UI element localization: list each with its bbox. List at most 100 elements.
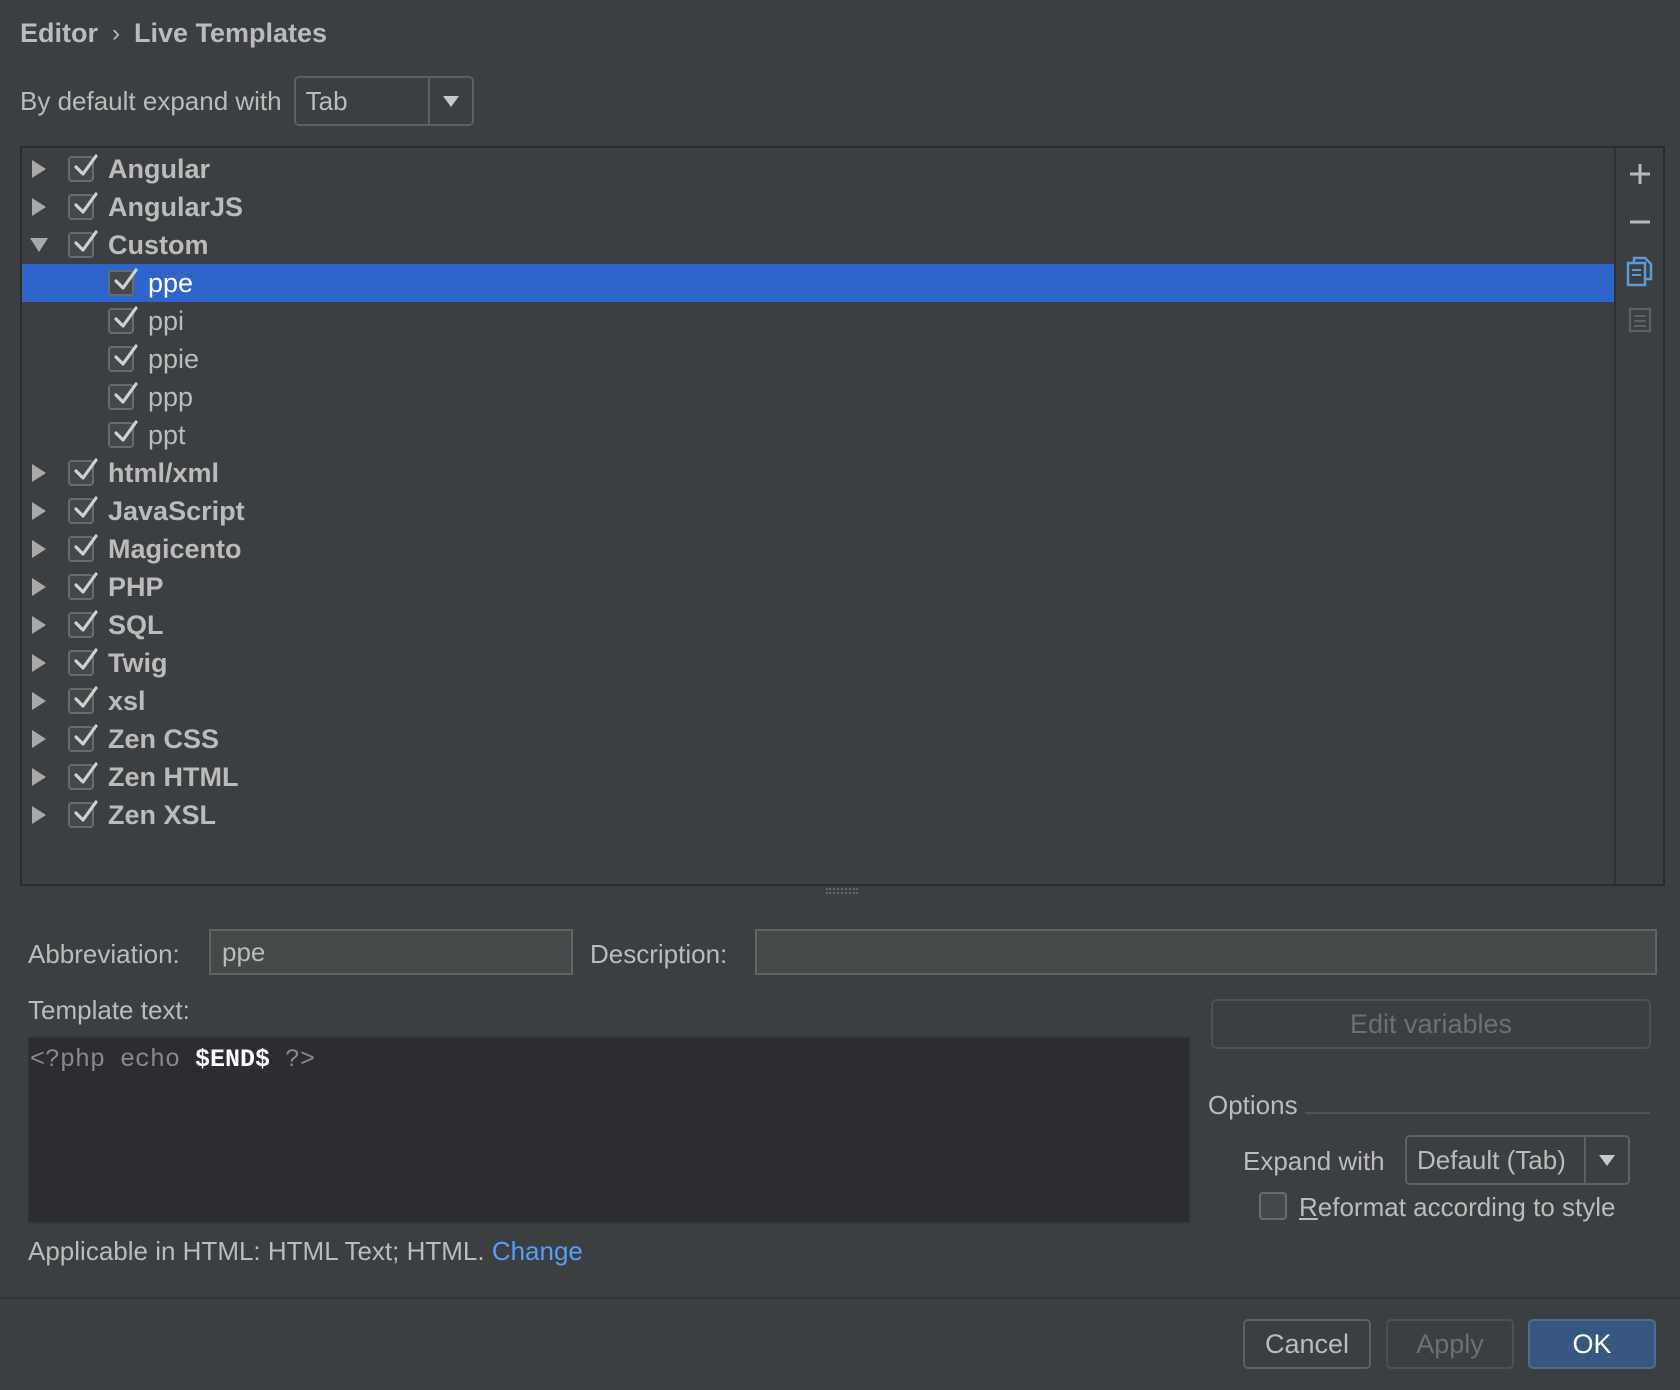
tree-template-row[interactable]: ppie [22, 340, 1614, 378]
checkbox[interactable] [68, 610, 98, 638]
checkbox[interactable] [68, 686, 98, 714]
expand-icon[interactable] [28, 652, 50, 674]
expand-with-value: Default (Tab) [1417, 1144, 1566, 1175]
tree-group-label: Zen HTML [108, 761, 239, 792]
options-title: Options [1208, 1090, 1298, 1120]
tree-group-label: Twig [108, 647, 168, 678]
checkbox[interactable] [68, 192, 98, 220]
expand-with-label: Expand with [1243, 1146, 1385, 1176]
expand-icon[interactable] [28, 728, 50, 750]
expand-icon[interactable] [28, 576, 50, 598]
options-divider [1305, 1112, 1650, 1114]
expand-with-select[interactable]: Default (Tab) [1405, 1135, 1630, 1185]
reformat-checkbox[interactable] [1259, 1192, 1287, 1220]
tree-group-row[interactable]: Magicento [22, 530, 1614, 568]
template-text-editor[interactable]: <?php echo $END$ ?> [28, 1037, 1190, 1223]
reformat-label[interactable]: Reformat according to style [1299, 1192, 1615, 1223]
chevron-down-icon[interactable] [427, 78, 472, 124]
tree-group-row[interactable]: AngularJS [22, 188, 1614, 226]
template-code-prefix: <?php echo [30, 1045, 196, 1074]
footer-divider [0, 1297, 1680, 1299]
expand-icon[interactable] [28, 462, 50, 484]
checkbox[interactable] [68, 534, 98, 562]
checkbox[interactable] [68, 458, 98, 486]
checkbox[interactable] [68, 724, 98, 752]
edit-variables-button[interactable]: Edit variables [1211, 999, 1651, 1049]
tree-template-label: ppi [148, 305, 185, 336]
description-field[interactable] [755, 929, 1657, 975]
expand-icon[interactable] [28, 158, 50, 180]
tree-group-row[interactable]: PHP [22, 568, 1614, 606]
tree-group-row[interactable]: Zen CSS [22, 720, 1614, 758]
cancel-button[interactable]: Cancel [1243, 1319, 1371, 1369]
ok-button[interactable]: OK [1528, 1319, 1656, 1369]
collapse-icon[interactable] [28, 234, 50, 256]
tree-template-row[interactable]: ppi [22, 302, 1614, 340]
tree-group-label: Zen CSS [108, 723, 220, 754]
add-icon[interactable] [1616, 154, 1663, 194]
templates-tree[interactable]: Angular AngularJS Custom ppe ppi ppie ppp ppt ht… [22, 148, 1614, 884]
checkbox[interactable] [108, 306, 138, 334]
checkbox[interactable] [108, 420, 138, 448]
default-expand-value: Tab [305, 85, 348, 116]
tree-group-label: xsl [108, 685, 146, 716]
tree-group-row[interactable]: xsl [22, 682, 1614, 720]
applicable-context: Applicable in HTML: HTML Text; HTML. Cha… [28, 1236, 583, 1267]
expand-icon[interactable] [28, 614, 50, 636]
tree-group-row[interactable]: Custom [22, 226, 1614, 264]
checkbox[interactable] [108, 382, 138, 410]
abbreviation-label: Abbreviation: [28, 939, 180, 969]
tree-group-row[interactable]: html/xml [22, 454, 1614, 492]
reformat-mnemonic: R [1299, 1192, 1318, 1222]
tree-group-row[interactable]: Twig [22, 644, 1614, 682]
tree-group-label: AngularJS [108, 191, 244, 222]
breadcrumb-parent[interactable]: Editor [20, 18, 98, 49]
checkbox[interactable] [68, 154, 98, 182]
tree-group-row[interactable]: Zen XSL [22, 796, 1614, 834]
default-expand-label: By default expand with [20, 85, 282, 116]
tree-template-label: ppe [148, 267, 194, 298]
template-code-end-variable: $END$ [195, 1045, 271, 1074]
remove-icon[interactable] [1616, 202, 1663, 242]
checkbox[interactable] [68, 496, 98, 524]
restore-icon [1616, 300, 1663, 340]
template-text-label: Template text: [28, 995, 190, 1025]
tree-template-row[interactable]: ppe [22, 264, 1614, 302]
checkbox[interactable] [68, 800, 98, 828]
description-label: Description: [590, 939, 728, 969]
checkbox[interactable] [68, 648, 98, 676]
checkbox[interactable] [108, 344, 138, 372]
expand-icon[interactable] [28, 196, 50, 218]
expand-icon[interactable] [28, 538, 50, 560]
abbreviation-field[interactable]: ppe [209, 929, 573, 975]
expand-icon[interactable] [28, 690, 50, 712]
change-link[interactable]: Change [492, 1236, 583, 1266]
default-expand-row: By default expand with Tab [20, 76, 474, 126]
tree-group-row[interactable]: Zen HTML [22, 758, 1614, 796]
splitter-handle[interactable] [826, 888, 858, 894]
copy-icon[interactable] [1616, 252, 1663, 292]
page-title: Live Templates [134, 18, 328, 48]
expand-icon[interactable] [28, 766, 50, 788]
apply-button[interactable]: Apply [1386, 1319, 1514, 1369]
tree-group-label: JavaScript [108, 495, 245, 526]
checkbox[interactable] [68, 230, 98, 258]
template-code-suffix: ?> [270, 1045, 316, 1074]
applicable-text: Applicable in HTML: HTML Text; HTML. [28, 1236, 485, 1266]
tree-group-row[interactable]: JavaScript [22, 492, 1614, 530]
tree-group-label: Angular [108, 153, 211, 184]
default-expand-select[interactable]: Tab [293, 76, 474, 126]
tree-group-row[interactable]: Angular [22, 150, 1614, 188]
tree-group-label: SQL [108, 609, 164, 640]
checkbox[interactable] [108, 268, 138, 296]
checkbox[interactable] [68, 762, 98, 790]
tree-template-row[interactable]: ppt [22, 416, 1614, 454]
chevron-down-icon[interactable] [1584, 1137, 1628, 1183]
tree-toolbar [1614, 148, 1663, 884]
expand-icon[interactable] [28, 804, 50, 826]
breadcrumb: Editor › Live Templates [20, 18, 327, 49]
checkbox[interactable] [68, 572, 98, 600]
tree-template-row[interactable]: ppp [22, 378, 1614, 416]
expand-icon[interactable] [28, 500, 50, 522]
tree-group-row[interactable]: SQL [22, 606, 1614, 644]
